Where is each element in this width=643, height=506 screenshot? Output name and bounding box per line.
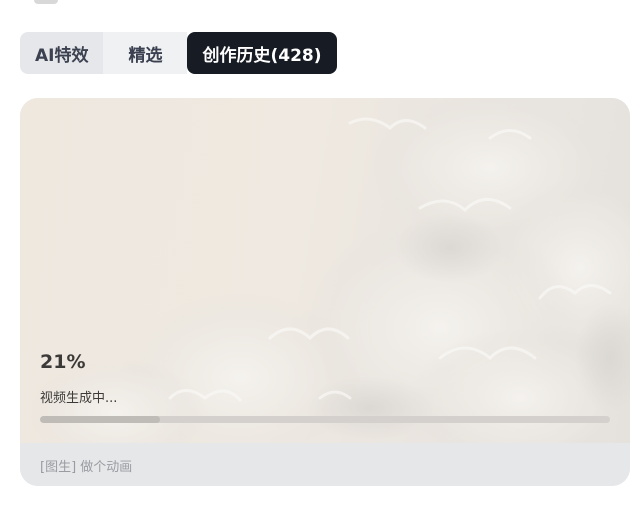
tab-creation-history-label: 创作历史(428) bbox=[202, 45, 322, 66]
tab-ai-effects-label: AI特效 bbox=[35, 45, 89, 66]
generation-thumbnail: 21% 视频生成中... bbox=[20, 98, 630, 443]
generation-card[interactable]: 21% 视频生成中... [图生] 做个动画 bbox=[20, 98, 630, 486]
tab-featured[interactable]: 精选 bbox=[103, 32, 188, 74]
tab-bar: AI特效 精选 创作历史(428) bbox=[20, 31, 337, 75]
progress-status-text: 视频生成中... bbox=[40, 391, 118, 406]
progress-percent: 21% bbox=[40, 351, 86, 373]
prompt-text: [图生] 做个动画 bbox=[40, 460, 133, 475]
card-footer: [图生] 做个动画 bbox=[20, 443, 630, 486]
top-fragment bbox=[34, 0, 58, 4]
tab-creation-history[interactable]: 创作历史(428) bbox=[187, 32, 337, 74]
tab-ai-effects[interactable]: AI特效 bbox=[20, 32, 104, 74]
progress-bar bbox=[40, 416, 610, 423]
progress-bar-fill bbox=[40, 416, 160, 423]
tab-featured-label: 精选 bbox=[128, 45, 163, 66]
